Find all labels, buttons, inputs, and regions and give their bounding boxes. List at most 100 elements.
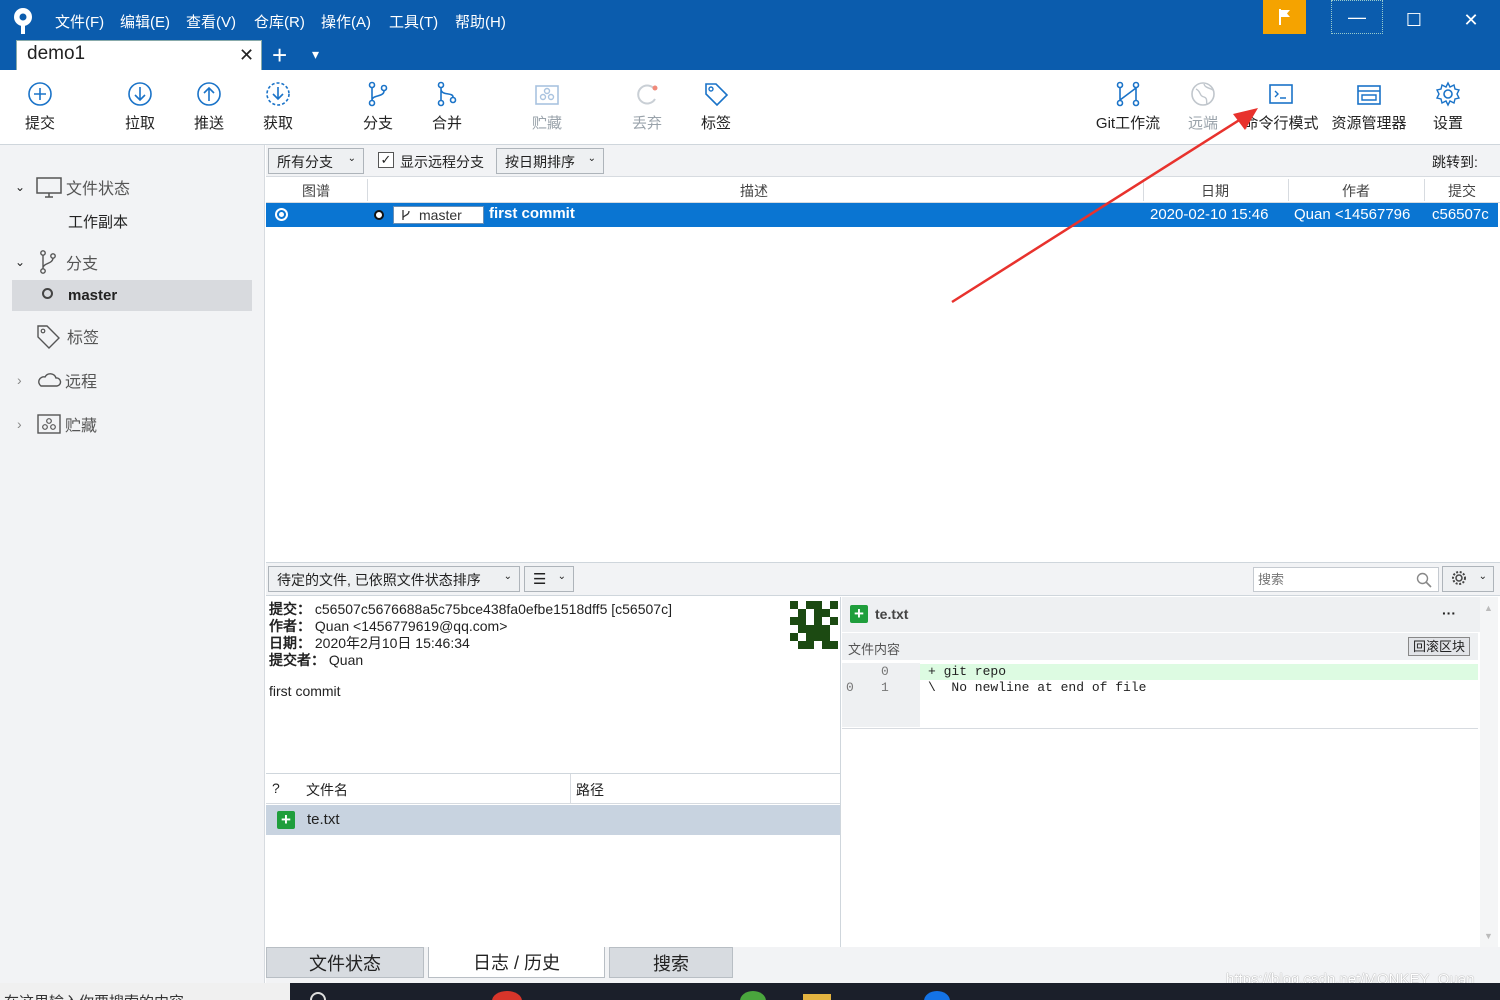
commit-hash-value[interactable]: c56507c5676688a5c75bce438fa0efbe1518dff5… [315,601,672,617]
diff-hunk-header: 文件内容 回滚区块 [842,633,1478,660]
branch-dot-icon [42,288,53,299]
lower-toolbar: 待定的文件, 已依照文件状态排序 ⌄ ☰ ⌄ ⌄ [266,562,1500,596]
commit-row[interactable]: master first commit 2020-02-10 15:46 Qua… [266,203,1498,227]
tab-dropdown-button[interactable]: ▾ [312,46,319,63]
chevron-down-icon[interactable]: ⌄ [15,180,33,194]
file-list-header: ? 文件名 路径 [266,774,840,804]
tab-file-status[interactable]: 文件状态 [266,947,424,978]
sidebar-item-tags[interactable]: 标签 [0,321,265,351]
col-path[interactable]: 路径 [576,780,604,800]
col-divider [367,179,368,201]
sidebar-item-working-copy[interactable]: 工作副本 [0,206,265,236]
menu-actions[interactable]: 操作(A) [321,11,371,32]
maximize-button[interactable]: ☐ [1386,0,1442,40]
annotation-arrow-icon [951,108,1258,304]
repo-tab[interactable]: demo1 ✕ [16,40,262,70]
view-mode-dropdown[interactable]: ☰ ⌄ [524,566,574,592]
diff-line[interactable]: 0 1 \ No newline at end of file [842,680,1478,696]
commit-message-text: first commit [269,683,341,699]
sidebar-item-file-status[interactable]: ⌄ 文件状态 [0,172,265,202]
pull-button[interactable]: 拉取 [105,80,175,133]
fetch-button[interactable]: 获取 [243,80,313,133]
sort-dropdown[interactable]: 按日期排序 ⌄ [496,148,604,174]
gear-icon [1452,571,1466,585]
col-author[interactable]: 作者 [1342,181,1370,201]
close-tab-icon[interactable]: ✕ [239,45,254,66]
commit-author: Quan <14567796 [1294,206,1411,223]
arrow-up-circle-icon [197,82,221,106]
chevron-down-icon[interactable]: ⌄ [15,255,33,269]
menu-help[interactable]: 帮助(H) [455,11,506,32]
commit-date-value: 2020年2月10日 15:46:34 [314,635,470,651]
sourcetree-logo-icon [14,8,32,34]
sidebar-item-remotes[interactable]: › 远程 [0,365,265,395]
show-remote-checkbox[interactable]: ✓ [378,152,394,168]
repo-tab-title: demo1 [27,43,86,64]
explorer-button[interactable]: 资源管理器 [1328,80,1410,133]
menu-tools[interactable]: 工具(T) [389,11,438,32]
notification-flag-button[interactable] [1263,0,1306,34]
col-description[interactable]: 描述 [740,181,768,201]
col-commit[interactable]: 提交 [1448,181,1476,201]
sidebar-item-branches[interactable]: ⌄ 分支 [0,247,265,277]
taskbar-app-icon[interactable] [924,991,950,1000]
col-status[interactable]: ? [272,780,280,796]
discard-icon [637,84,658,105]
taskbar-search-text: 在这里输入你要搜索的内容 [4,991,184,1000]
sidebar-item-stashes[interactable]: › 贮藏 [0,409,265,439]
search-icon[interactable] [1416,572,1432,588]
taskbar-app-icon[interactable] [492,991,522,1000]
add-tab-button[interactable]: + [272,40,287,70]
title-bar: 文件(F) 编辑(E) 查看(V) 仓库(R) 操作(A) 工具(T) 帮助(H… [0,0,1500,40]
tab-search[interactable]: 搜索 [609,947,733,978]
discard-button[interactable]: 丢弃 [612,80,682,133]
commit-committer-line: 提交者： Quan [269,650,363,670]
push-button[interactable]: 推送 [174,80,244,133]
menu-file[interactable]: 文件(F) [55,11,104,32]
chevron-right-icon[interactable]: › [17,372,35,388]
file-row[interactable]: + te.txt [266,805,840,835]
jump-to-label[interactable]: 跳转到: [1432,152,1478,172]
tab-log-history[interactable]: 日志 / 历史 [428,947,605,978]
taskbar-search-box[interactable]: 在这里输入你要搜索的内容 [0,983,290,1000]
menu-repository[interactable]: 仓库(R) [254,11,305,32]
tag-button[interactable]: 标签 [681,80,751,133]
taskbar-app-icon[interactable] [740,991,766,1000]
stash-button[interactable]: 贮藏 [512,80,582,133]
commit-button[interactable]: 提交 [5,80,75,133]
chevron-down-icon: ⌄ [503,571,512,582]
rollback-hunk-button[interactable]: 回滚区块 [1408,637,1471,656]
main-toolbar: 提交 拉取 推送 获取 分支 合并 贮藏 丢弃 标签 Git工作流 远端 命令行… [0,70,1500,145]
options-gear-dropdown[interactable]: ⌄ [1442,566,1494,592]
branch-filter-dropdown[interactable]: 所有分支 ⌄ [268,148,364,174]
chevron-right-icon[interactable]: › [17,416,35,432]
more-options-icon[interactable]: ··· [1442,605,1456,621]
pending-files-dropdown[interactable]: 待定的文件, 已依照文件状态排序 ⌄ [268,566,520,592]
branch-icon [368,81,388,107]
col-graph[interactable]: 图谱 [302,181,330,201]
search-input[interactable] [1258,570,1408,589]
scroll-down-icon[interactable]: ▼ [1484,931,1493,941]
scroll-up-icon[interactable]: ▲ [1484,603,1493,613]
sidebar-item-master[interactable]: master [12,280,252,311]
menu-edit[interactable]: 编辑(E) [120,11,170,32]
folder-icon[interactable] [803,994,831,1000]
pull-label: 拉取 [124,115,155,132]
branch-button[interactable]: 分支 [343,80,413,133]
chevron-down-icon: ⌄ [557,571,566,582]
commit-hash: c56507c [1432,206,1489,223]
branch-filter-value: 所有分支 [277,154,333,170]
col-filename[interactable]: 文件名 [306,780,348,800]
search-box[interactable] [1253,567,1439,592]
diff-line[interactable]: 0 + git repo [842,664,1478,680]
menu-view[interactable]: 查看(V) [186,11,236,32]
sort-value: 按日期排序 [505,154,575,170]
terminal-icon [1269,84,1293,104]
commit-hash-label: 提交： [269,601,311,617]
cortana-icon[interactable] [310,992,326,1000]
minimize-button[interactable]: — [1331,0,1383,34]
diff-scrollbar[interactable]: ▲ ▼ [1480,597,1498,947]
close-window-button[interactable]: ✕ [1443,0,1499,40]
settings-button[interactable]: 设置 [1413,80,1483,133]
merge-button[interactable]: 合并 [412,80,482,133]
